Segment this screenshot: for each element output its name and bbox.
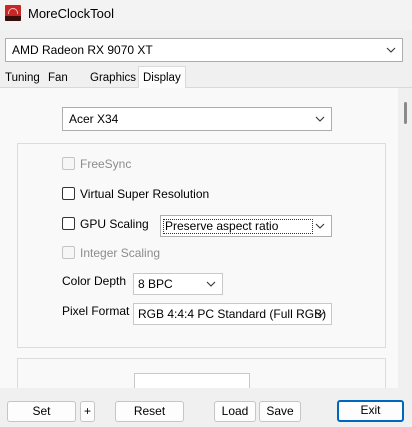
chevron-down-icon [315,116,325,122]
exit-button[interactable]: Exit [337,400,404,422]
color-depth-label: Color Depth [62,274,127,288]
save-button[interactable]: Save [259,401,301,422]
color-depth-value: 8 BPC [138,277,173,291]
chevron-down-icon [386,47,396,53]
app-logo-icon [5,5,21,21]
tab-fan[interactable]: Fan [48,69,68,87]
integer-scaling-checkbox[interactable] [62,246,75,259]
scaling-mode-value: Preserve aspect ratio [165,219,279,233]
gpu-select-value: AMD Radeon RX 9070 XT [12,43,153,57]
color-depth-select[interactable]: 8 BPC [133,273,223,295]
vsr-checkbox[interactable] [62,187,75,200]
gpu-select[interactable]: AMD Radeon RX 9070 XT [5,38,403,62]
tab-display[interactable]: Display [138,66,186,88]
set-button[interactable]: Set [7,401,76,422]
load-button[interactable]: Load [214,401,256,422]
integer-scaling-label: Integer Scaling [80,246,161,260]
pixel-format-value: RGB 4:4:4 PC Standard (Full RGB) [138,307,327,321]
vsr-label: Virtual Super Resolution [80,187,210,201]
chevron-down-icon [206,281,216,287]
add-button[interactable]: + [80,401,95,422]
chevron-down-icon [315,223,325,229]
scaling-mode-select[interactable]: Preserve aspect ratio [160,215,332,237]
scrollbar-thumb[interactable] [404,102,407,124]
gpu-scaling-label: GPU Scaling [80,217,149,231]
pixel-format-label: Pixel Format [62,304,130,318]
gpu-scaling-checkbox[interactable] [62,217,75,230]
vertical-scrollbar[interactable] [398,88,412,388]
tab-tuning[interactable]: Tuning [5,69,40,87]
window-title: MoreClockTool [28,6,114,21]
pixel-format-select[interactable]: RGB 4:4:4 PC Standard (Full RGB) [133,303,332,325]
monitor-select-value: Acer X34 [69,112,119,126]
reset-button[interactable]: Reset [115,401,184,422]
chevron-down-icon [315,311,325,317]
monitor-select[interactable]: Acer X34 [62,107,332,131]
partial-select[interactable] [134,373,250,388]
freesync-checkbox[interactable] [62,157,75,170]
freesync-label: FreeSync [80,157,132,171]
tab-graphics[interactable]: Graphics [90,69,136,87]
